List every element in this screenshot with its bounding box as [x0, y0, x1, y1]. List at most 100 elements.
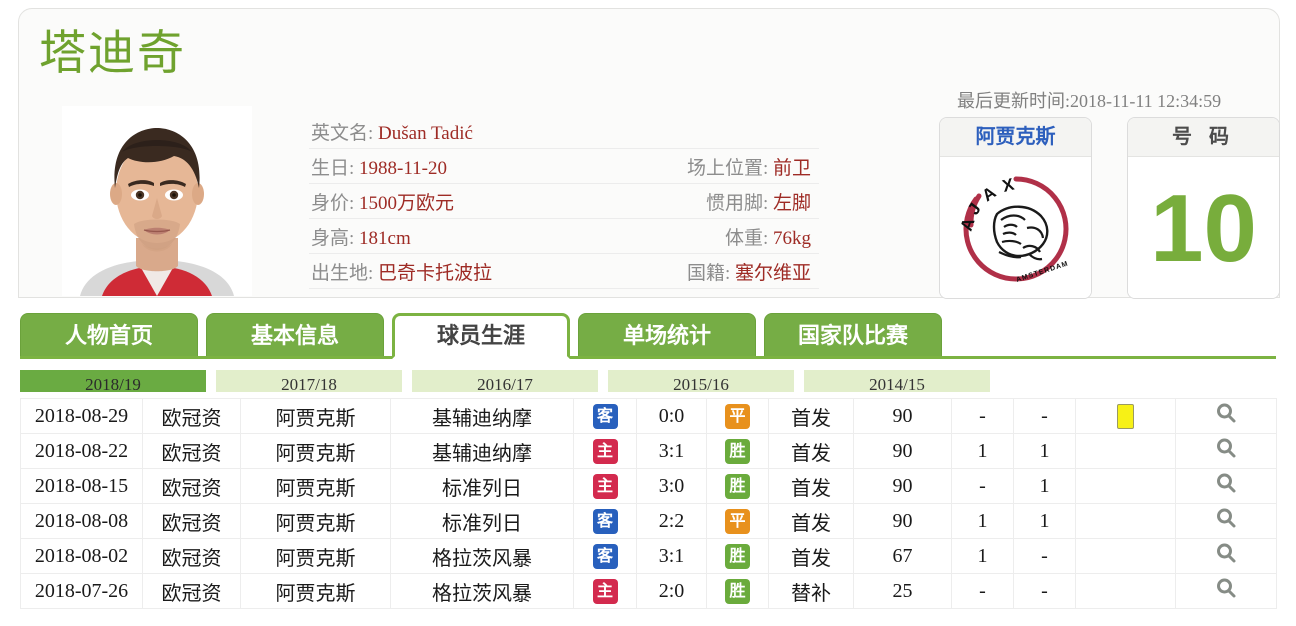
cell-date: 2018-07-26	[20, 573, 143, 609]
info-cell-position: 场上位置: 前卫	[564, 153, 819, 180]
table-row[interactable]: 2018-08-02 欧冠资 阿贾克斯 格拉茨风暴 客 3:1 胜 首发 67 …	[20, 538, 1277, 574]
cell-goals: -	[951, 468, 1014, 504]
result-badge-win: 胜	[725, 578, 750, 604]
info-row: 身价: 1500万欧元 惯用脚: 左脚	[309, 184, 819, 219]
cell-competition: 欧冠资	[142, 398, 241, 434]
cell-start-status: 首发	[768, 433, 854, 469]
cell-goals: -	[951, 573, 1014, 609]
cell-score: 2:0	[636, 573, 707, 609]
cell-team[interactable]: 阿贾克斯	[240, 503, 391, 539]
cell-cards	[1075, 538, 1176, 574]
info-value: 塞尔维亚	[734, 262, 811, 284]
search-icon[interactable]	[1215, 577, 1237, 605]
venue-badge-home: 主	[592, 473, 618, 499]
info-value: 76kg	[773, 227, 811, 249]
tab-basic-info[interactable]: 基本信息	[206, 313, 384, 356]
cell-team[interactable]: 阿贾克斯	[240, 468, 391, 504]
info-cell-nationality: 国籍: 塞尔维亚	[564, 258, 819, 285]
tab-match-stats[interactable]: 单场统计	[578, 313, 756, 356]
tab-national-team[interactable]: 国家队比赛	[764, 313, 942, 356]
season-tab-2014-15[interactable]: 2014/15	[804, 370, 990, 392]
cell-view[interactable]	[1175, 468, 1277, 504]
club-name[interactable]: 阿贾克斯	[940, 118, 1091, 157]
cell-opponent[interactable]: 格拉茨风暴	[390, 538, 574, 574]
cell-view[interactable]	[1175, 503, 1277, 539]
cell-goals: 1	[951, 538, 1014, 574]
club-box: 阿贾克斯 A J A X AMSTERDAM	[939, 117, 1092, 299]
season-tab-2015-16[interactable]: 2015/16	[608, 370, 794, 392]
cell-cards	[1075, 468, 1176, 504]
cell-opponent[interactable]: 格拉茨风暴	[390, 573, 574, 609]
cell-opponent[interactable]: 基辅迪纳摩	[390, 433, 574, 469]
cell-result: 胜	[706, 433, 769, 469]
search-icon[interactable]	[1215, 542, 1237, 570]
cell-cards	[1075, 398, 1176, 434]
cell-cards	[1075, 503, 1176, 539]
result-badge-win: 胜	[725, 543, 750, 569]
result-badge-draw: 平	[725, 508, 750, 534]
info-row: 生日: 1988-11-20 场上位置: 前卫	[309, 149, 819, 184]
cell-minutes: 90	[853, 398, 952, 434]
player-info-table: 英文名: Dušan Tadić 生日: 1988-11-20 场上位置: 前卫…	[309, 114, 819, 289]
player-profile-page: 塔迪奇 英文名: Dušan Tadić 生日: 1988-11-20 场上位置…	[0, 0, 1296, 626]
table-row[interactable]: 2018-08-22 欧冠资 阿贾克斯 基辅迪纳摩 主 3:1 胜 首发 90 …	[20, 433, 1277, 469]
shirt-number-label: 号 码	[1128, 118, 1279, 157]
cell-score: 0:0	[636, 398, 707, 434]
search-icon[interactable]	[1215, 437, 1237, 465]
page-title: 塔迪奇	[39, 28, 186, 80]
cell-score: 3:1	[636, 433, 707, 469]
table-row[interactable]: 2018-08-29 欧冠资 阿贾克斯 基辅迪纳摩 客 0:0 平 首发 90 …	[20, 398, 1277, 434]
cell-score: 3:1	[636, 538, 707, 574]
player-photo	[62, 106, 252, 296]
cell-score: 2:2	[636, 503, 707, 539]
cell-opponent[interactable]: 基辅迪纳摩	[390, 398, 574, 434]
info-value: 1988-11-20	[359, 157, 447, 179]
cell-team[interactable]: 阿贾克斯	[240, 433, 391, 469]
info-cell-height: 身高: 181cm	[309, 223, 564, 250]
club-logo-container: A J A X AMSTERDAM	[940, 157, 1091, 298]
cell-team[interactable]: 阿贾克斯	[240, 538, 391, 574]
info-label: 场上位置:	[686, 157, 769, 179]
search-icon[interactable]	[1215, 472, 1237, 500]
table-row[interactable]: 2018-07-26 欧冠资 阿贾克斯 格拉茨风暴 主 2:0 胜 替补 25 …	[20, 573, 1277, 609]
cell-opponent[interactable]: 标准列日	[390, 468, 574, 504]
cell-date: 2018-08-15	[20, 468, 143, 504]
season-tab-2018-19[interactable]: 2018/19	[20, 370, 206, 392]
cell-team[interactable]: 阿贾克斯	[240, 573, 391, 609]
cell-view[interactable]	[1175, 538, 1277, 574]
cell-assists: -	[1013, 573, 1076, 609]
cell-view[interactable]	[1175, 433, 1277, 469]
cell-competition: 欧冠资	[142, 433, 241, 469]
cell-minutes: 25	[853, 573, 952, 609]
cell-venue: 主	[573, 573, 637, 609]
info-label: 体重:	[724, 227, 769, 249]
cell-competition: 欧冠资	[142, 503, 241, 539]
season-tab-2016-17[interactable]: 2016/17	[412, 370, 598, 392]
tab-profile-home[interactable]: 人物首页	[20, 313, 198, 356]
cell-date: 2018-08-02	[20, 538, 143, 574]
cell-assists: 1	[1013, 468, 1076, 504]
search-icon[interactable]	[1215, 507, 1237, 535]
cell-view[interactable]	[1175, 398, 1277, 434]
cell-score: 3:0	[636, 468, 707, 504]
cell-view[interactable]	[1175, 573, 1277, 609]
svg-text:A: A	[978, 182, 999, 205]
player-photo-image	[62, 106, 252, 296]
cell-result: 平	[706, 503, 769, 539]
info-cell-market-value: 身价: 1500万欧元	[309, 188, 564, 215]
tab-player-career[interactable]: 球员生涯	[392, 313, 570, 359]
cell-date: 2018-08-08	[20, 503, 143, 539]
cell-opponent[interactable]: 标准列日	[390, 503, 574, 539]
search-icon[interactable]	[1215, 402, 1237, 430]
cell-venue: 主	[573, 468, 637, 504]
season-tab-2017-18[interactable]: 2017/18	[216, 370, 402, 392]
cell-date: 2018-08-29	[20, 398, 143, 434]
table-row[interactable]: 2018-08-15 欧冠资 阿贾克斯 标准列日 主 3:0 胜 首发 90 -…	[20, 468, 1277, 504]
svg-text:AMSTERDAM: AMSTERDAM	[1015, 260, 1069, 283]
cell-assists: -	[1013, 538, 1076, 574]
cell-team[interactable]: 阿贾克斯	[240, 398, 391, 434]
cell-cards	[1075, 433, 1176, 469]
table-row[interactable]: 2018-08-08 欧冠资 阿贾克斯 标准列日 客 2:2 平 首发 90 1…	[20, 503, 1277, 539]
cell-cards	[1075, 573, 1176, 609]
cell-start-status: 首发	[768, 538, 854, 574]
